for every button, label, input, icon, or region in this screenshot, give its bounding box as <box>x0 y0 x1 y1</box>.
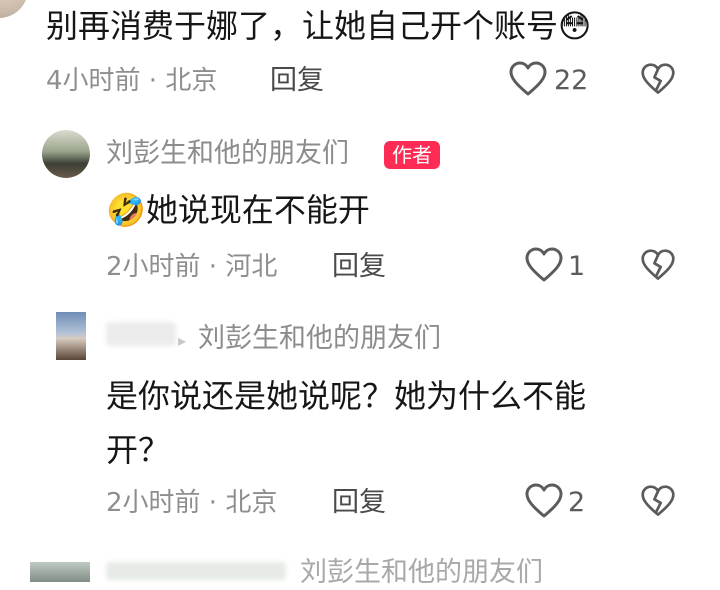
reply-button[interactable]: 回复 <box>270 64 324 98</box>
avatar[interactable] <box>0 0 28 18</box>
author-avatar[interactable] <box>42 130 90 178</box>
laughing-emoji-icon: 🤣 <box>106 191 146 229</box>
heart-outline-icon <box>525 483 563 518</box>
reply-text-line-2: 开？ <box>106 431 171 469</box>
comment-time-location: 4小时前 · 北京 <box>46 66 218 96</box>
user-avatar[interactable] <box>56 312 86 360</box>
like-button[interactable] <box>508 60 548 100</box>
reply-button[interactable]: 回复 <box>332 486 386 520</box>
reply-time-location: 2小时前 · 河北 <box>106 252 278 282</box>
broken-heart-icon <box>641 63 675 94</box>
dislike-button[interactable] <box>640 484 676 520</box>
like-count: 1 <box>568 251 586 282</box>
reply-to-name[interactable]: 刘彭生和他的朋友们 <box>300 556 543 590</box>
broken-heart-icon <box>641 485 675 516</box>
author-badge: 作者 <box>384 141 440 169</box>
comment-text: 别再消费于娜了，让她自己开个账号😳 <box>46 7 592 45</box>
heart-outline-icon <box>509 61 547 96</box>
reply-button[interactable]: 回复 <box>332 250 386 284</box>
reply-time-location: 2小时前 · 北京 <box>106 488 278 518</box>
reply-text-line-1: 是你说还是她说呢？她为什么不能 <box>106 377 587 415</box>
broken-heart-icon <box>641 249 675 280</box>
username-obscured <box>106 322 176 346</box>
username-obscured <box>106 562 286 580</box>
like-count: 22 <box>554 65 589 96</box>
reply-text: 🤣她说现在不能开 <box>106 191 370 229</box>
author-name[interactable]: 刘彭生和他的朋友们 <box>106 137 349 171</box>
flushed-emoji-icon: 😳 <box>558 7 592 45</box>
like-count: 2 <box>568 487 586 518</box>
dislike-button[interactable] <box>640 248 676 284</box>
heart-outline-icon <box>525 247 563 282</box>
like-button[interactable] <box>524 482 564 522</box>
like-button[interactable] <box>524 246 564 286</box>
reply-to-arrow: ▸ <box>178 331 187 350</box>
reply-to-name[interactable]: 刘彭生和他的朋友们 <box>198 322 441 356</box>
dislike-button[interactable] <box>640 62 676 98</box>
user-avatar[interactable] <box>30 562 90 582</box>
